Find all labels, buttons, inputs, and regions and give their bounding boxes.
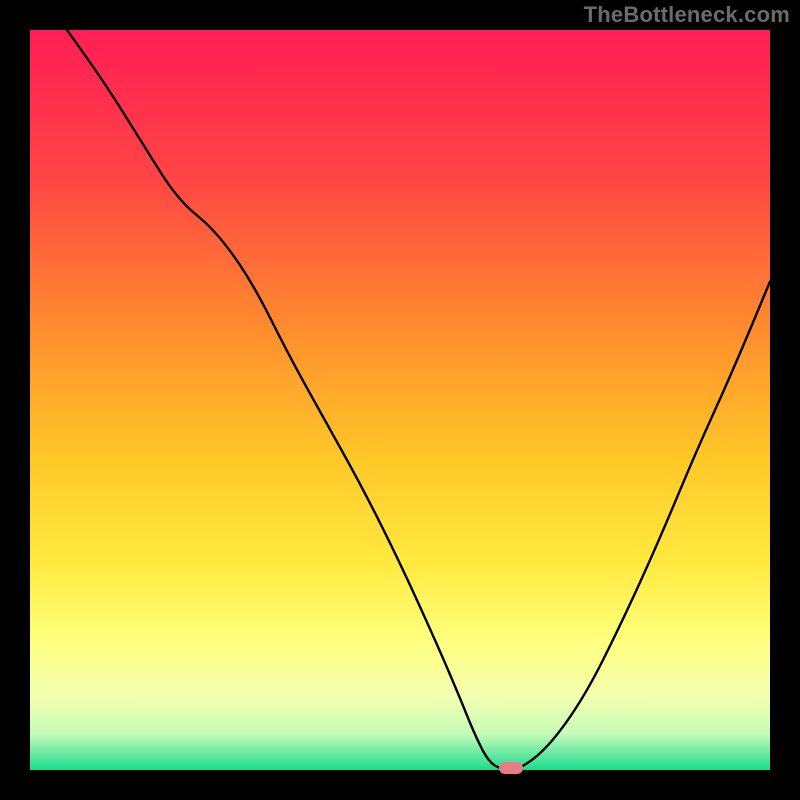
watermark-text: TheBottleneck.com [584, 2, 790, 28]
chart-plot-area [30, 30, 770, 770]
bottleneck-marker [499, 762, 523, 774]
page-root: TheBottleneck.com [0, 0, 800, 800]
chart-curve [30, 30, 770, 770]
